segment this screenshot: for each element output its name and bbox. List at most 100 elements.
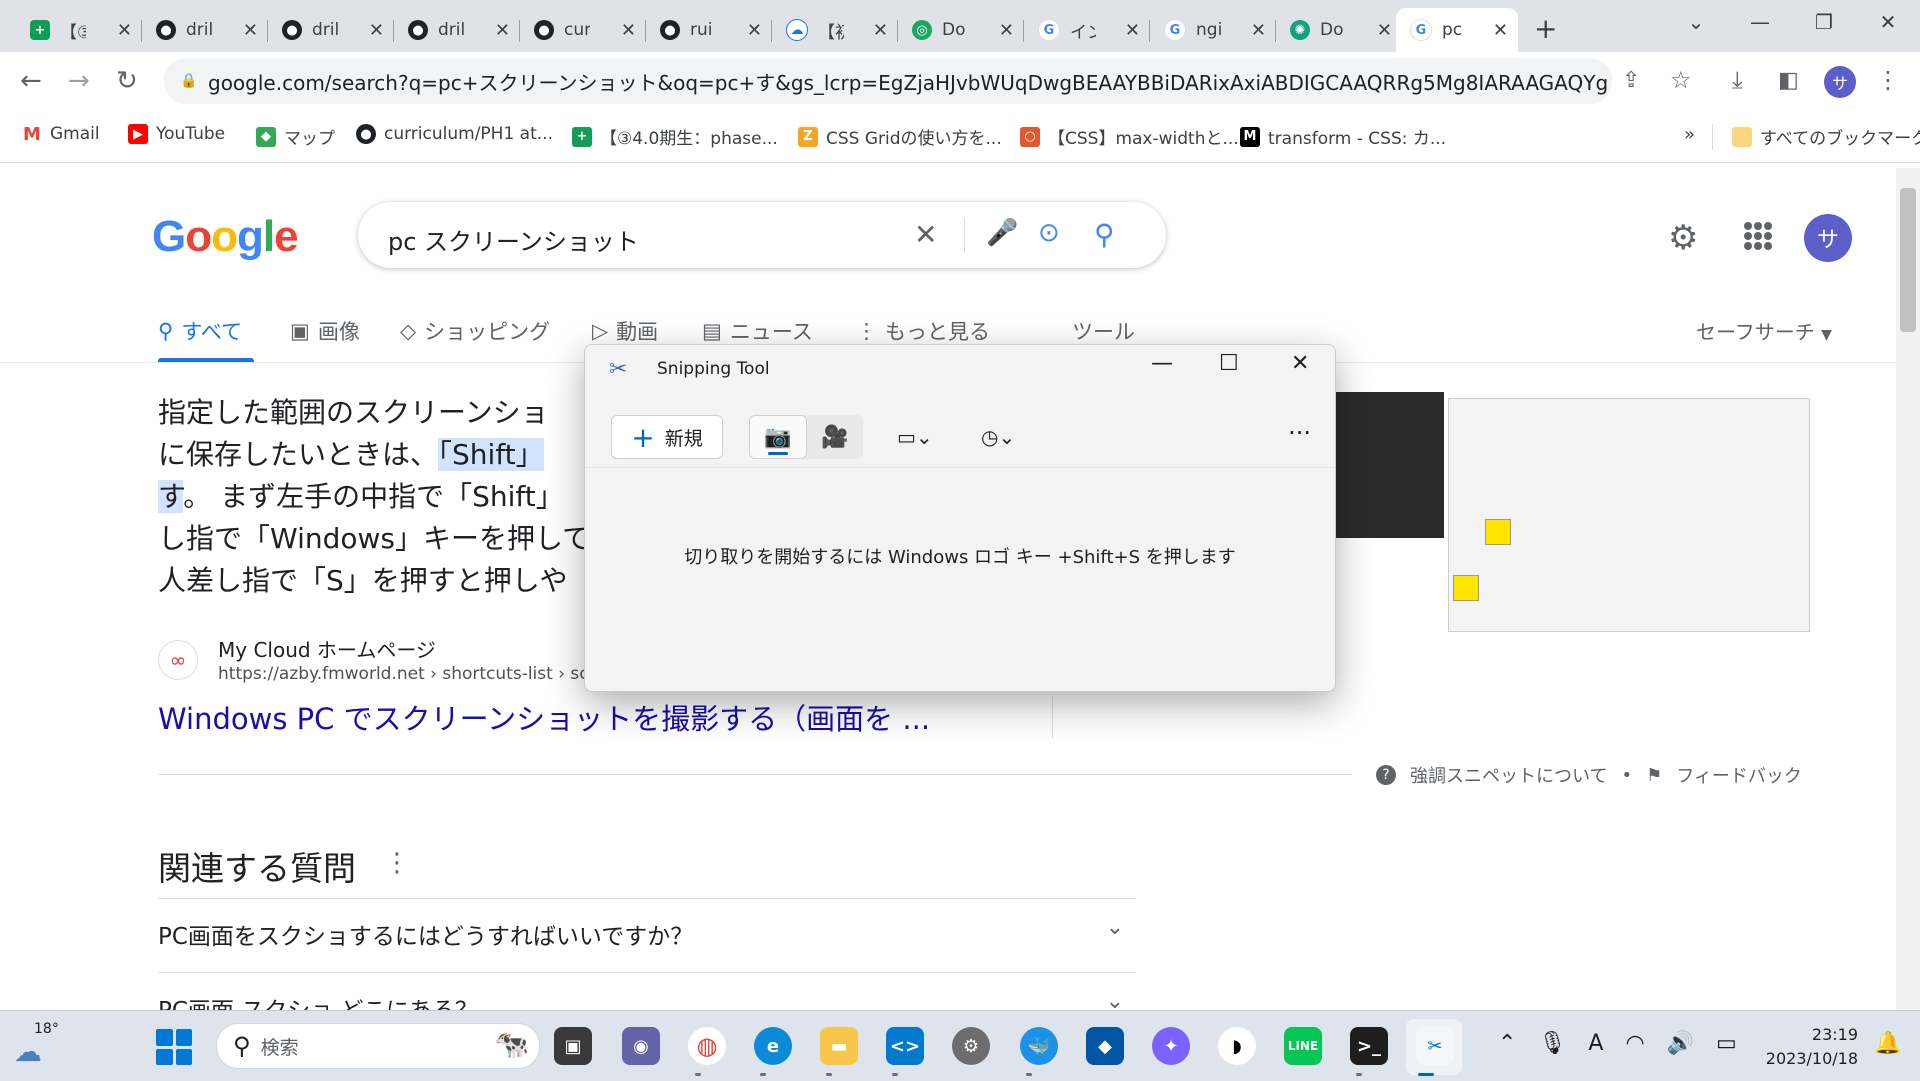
battery-icon[interactable]: ▭ <box>1716 1031 1737 1056</box>
source-url[interactable]: https://azby.fmworld.net › shortcuts-lis… <box>218 664 616 684</box>
minimize-button[interactable]: — <box>1728 0 1792 44</box>
bookmarks-overflow-button[interactable]: » <box>1684 124 1695 145</box>
tab-news[interactable]: ▤ ニュース <box>702 316 813 346</box>
google-logo[interactable]: Google <box>152 212 299 262</box>
bookmark-star-icon[interactable]: ☆ <box>1670 66 1692 94</box>
copilot-icon[interactable]: ✦ <box>1152 1027 1190 1065</box>
lens-icon[interactable]: ⊙ <box>1038 218 1060 248</box>
tools-button[interactable]: ツール <box>1072 316 1135 346</box>
bookmark-css-grid[interactable]: Z CSS Gridの使い方を... <box>798 124 1002 149</box>
app-icon[interactable]: ◗ <box>1218 1027 1256 1065</box>
close-tab-icon[interactable]: ✕ <box>243 20 258 41</box>
more-options-icon[interactable]: ··· <box>1288 419 1311 447</box>
address-bar[interactable]: 🔒 google.com/search?q=pc+スクリーンショット&oq=pc… <box>164 58 1612 104</box>
safesearch-menu[interactable]: セーフサーチ ▼ <box>1696 316 1832 345</box>
close-window-button[interactable]: ✕ <box>1856 0 1920 44</box>
close-tab-icon[interactable]: ✕ <box>999 20 1014 41</box>
docker-icon[interactable]: 🐳 <box>1020 1027 1058 1065</box>
browser-tab[interactable]: + 【③ ✕ <box>16 8 142 52</box>
settings-gear-icon[interactable]: ⚙ <box>1668 218 1698 258</box>
taskbar-search[interactable]: ⚲ 検索 🐄 <box>216 1023 540 1069</box>
google-apps-icon[interactable] <box>1744 222 1772 250</box>
microphone-icon[interactable]: 🎙 <box>1538 1031 1566 1056</box>
chevron-up-icon[interactable]: ⌃ <box>1498 1031 1516 1056</box>
browser-tab[interactable]: G イン ✕ <box>1024 8 1150 52</box>
bookmark-youtube[interactable]: ▶ YouTube <box>128 124 225 144</box>
tab-all[interactable]: ⚲ すべて <box>158 316 242 346</box>
tab-more[interactable]: ⋮ もっと見る <box>856 316 990 346</box>
bookmark-curriculum[interactable]: ● curriculum/PH1 at... <box>356 124 553 144</box>
browser-tab[interactable]: ● rui ✕ <box>646 8 772 52</box>
teams-chat-icon[interactable]: ◉ <box>622 1027 660 1065</box>
chrome-icon[interactable]: ◍ <box>688 1027 726 1065</box>
tab-images[interactable]: ▣ 画像 <box>290 316 360 346</box>
bookmark-maps[interactable]: ◆ マップ <box>256 124 335 149</box>
close-tab-icon[interactable]: ✕ <box>1493 20 1508 41</box>
all-bookmarks-folder[interactable]: ■ すべてのブックマーク <box>1732 124 1920 149</box>
close-tab-icon[interactable]: ✕ <box>621 20 636 41</box>
search-box[interactable]: pc スクリーンショット ✕ 🎤 ⊙ ⚲ <box>358 202 1166 268</box>
volume-icon[interactable]: 🔊 <box>1667 1031 1694 1056</box>
browser-tab[interactable]: ● dril ✕ <box>394 8 520 52</box>
snip-shape-dropdown[interactable]: ▭⌄ <box>897 425 933 449</box>
scrollbar-thumb[interactable] <box>1900 188 1916 332</box>
feedback-link[interactable]: フィードバック <box>1676 762 1802 788</box>
start-button[interactable] <box>156 1029 192 1065</box>
minimize-button[interactable]: — <box>1151 351 1173 376</box>
browser-tab[interactable]: ☁ 【初 ✕ <box>772 8 898 52</box>
result-title-link[interactable]: Windows PC でスクリーンショットを撮影する（画面を ... <box>158 696 930 738</box>
browser-tab[interactable]: ✺ Do ✕ <box>1276 8 1402 52</box>
terminal-icon[interactable]: >_ <box>1350 1027 1388 1065</box>
new-tab-button[interactable]: + <box>1534 12 1557 45</box>
tab-shopping[interactable]: ◇ ショッピング <box>400 316 550 346</box>
weather-widget[interactable]: 18° ☁ <box>14 1021 59 1068</box>
source-name[interactable]: My Cloud ホームページ <box>218 634 436 663</box>
bookmark-gmail[interactable]: M Gmail <box>22 124 100 145</box>
task-view-icon[interactable]: ▣ <box>554 1027 592 1065</box>
bookmark-phase[interactable]: + 【③4.0期生：phase... <box>572 124 778 149</box>
browser-tab[interactable]: ● dril ✕ <box>268 8 394 52</box>
browser-tab[interactable]: G ngi ✕ <box>1150 8 1276 52</box>
search-icon[interactable]: ⚲ <box>1094 218 1115 251</box>
download-icon[interactable]: ⤓ <box>1732 66 1743 94</box>
close-tab-icon[interactable]: ✕ <box>873 20 888 41</box>
tab-search-chevron-icon[interactable]: ⌄ <box>1664 0 1728 44</box>
browser-tab-active[interactable]: G pc ✕ <box>1396 8 1518 52</box>
back-button[interactable]: ← <box>20 66 42 96</box>
close-tab-icon[interactable]: ✕ <box>495 20 510 41</box>
voice-search-icon[interactable]: 🎤 <box>986 218 1018 248</box>
share-icon[interactable]: ⇪ <box>1622 68 1640 93</box>
restore-button[interactable]: ❐ <box>1792 0 1856 44</box>
camera-icon[interactable]: 📷 <box>749 415 807 459</box>
snipping-tool-taskbar-icon[interactable]: ✂ <box>1416 1027 1454 1065</box>
profile-button[interactable]: サ <box>1824 66 1856 98</box>
close-tab-icon[interactable]: ✕ <box>1377 20 1392 41</box>
new-snip-button[interactable]: + 新規 <box>611 415 723 459</box>
edge-icon[interactable]: e <box>754 1027 792 1065</box>
browser-tab[interactable]: ● cur ✕ <box>520 8 646 52</box>
video-camera-icon[interactable]: 🎥 <box>807 415 863 459</box>
bookmark-transform[interactable]: M transform - CSS: カ... <box>1240 124 1446 149</box>
keyboard-image-dark[interactable] <box>1336 392 1444 538</box>
delay-timer-dropdown[interactable]: ◷⌄ <box>981 425 1015 449</box>
side-panel-icon[interactable]: ◧ <box>1778 68 1799 93</box>
line-icon[interactable]: LINE <box>1284 1027 1322 1065</box>
search-query[interactable]: pc スクリーンショット <box>388 222 639 257</box>
address-url[interactable]: google.com/search?q=pc+スクリーンショット&oq=pc+す… <box>208 67 1608 96</box>
close-button[interactable]: ✕ <box>1291 351 1309 376</box>
more-options-icon[interactable]: ⋮ <box>384 848 410 878</box>
browser-tab[interactable]: ● dril ✕ <box>142 8 268 52</box>
notification-bell-icon[interactable]: 🔔 <box>1874 1031 1901 1056</box>
settings-app-icon[interactable]: ⚙ <box>952 1027 990 1065</box>
paa-question[interactable]: PC画面をスクショするにはどうすればいいですか？ ⌄ <box>158 898 1136 971</box>
close-tab-icon[interactable]: ✕ <box>117 20 132 41</box>
reload-button[interactable]: ↻ <box>116 66 138 96</box>
browser-menu-icon[interactable]: ⋮ <box>1876 66 1900 94</box>
clock[interactable]: 23:19 2023/10/18 <box>1760 1023 1858 1071</box>
clear-search-icon[interactable]: ✕ <box>914 218 937 251</box>
vscode-icon[interactable]: <> <box>886 1027 924 1065</box>
app-icon[interactable]: ◆ <box>1086 1027 1124 1065</box>
about-snippet-link[interactable]: 強調スニペットについて <box>1410 762 1607 788</box>
close-tab-icon[interactable]: ✕ <box>747 20 762 41</box>
tab-videos[interactable]: ▷ 動画 <box>592 316 658 346</box>
